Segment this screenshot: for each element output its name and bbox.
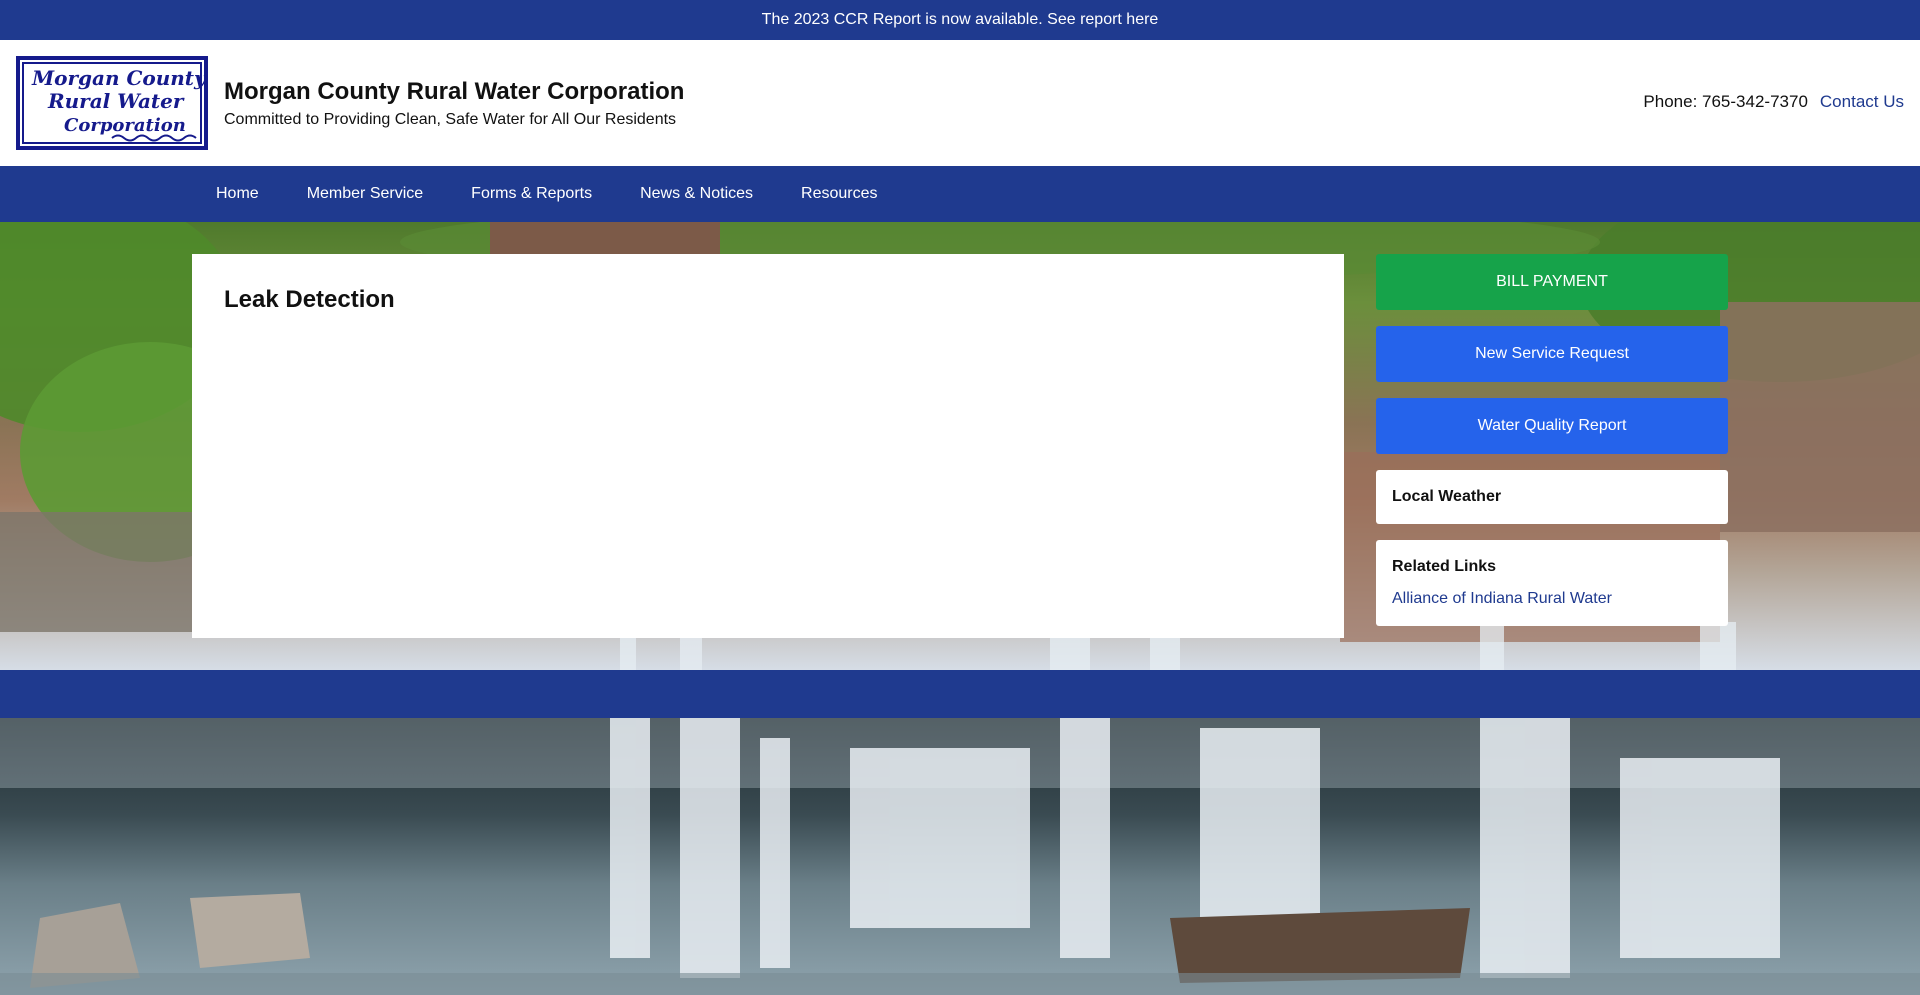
main-content-card: Leak Detection <box>192 254 1344 638</box>
nav-item-resources[interactable]: Resources <box>777 166 901 222</box>
contact-us-link[interactable]: Contact Us <box>1820 92 1904 112</box>
phone-number: Phone: 765-342-7370 <box>1643 92 1808 111</box>
new-service-request-button[interactable]: New Service Request <box>1376 326 1728 382</box>
bill-payment-button[interactable]: BILL PAYMENT <box>1376 254 1728 310</box>
local-weather-title: Local Weather <box>1392 488 1502 505</box>
site-header: Morgan County Rural Water Corporation Mo… <box>0 40 1920 166</box>
waterfall-image <box>0 718 1920 995</box>
logo-line-1: Morgan County <box>31 66 204 90</box>
logo-line-2: Rural Water <box>47 89 185 113</box>
nav-item-forms-reports[interactable]: Forms & Reports <box>447 166 616 222</box>
local-weather-widget: Local Weather <box>1376 470 1728 524</box>
logo-line-3: Corporation <box>64 115 186 136</box>
related-links-title: Related Links <box>1392 558 1497 575</box>
footer-band <box>0 670 1920 718</box>
sidebar: BILL PAYMENT New Service Request Water Q… <box>1376 254 1728 642</box>
announcement-bar: The 2023 CCR Report is now available. Se… <box>0 0 1920 40</box>
logo[interactable]: Morgan County Rural Water Corporation <box>16 56 208 150</box>
brand: Morgan County Rural Water Corporation Co… <box>224 78 684 129</box>
nav-item-member-service[interactable]: Member Service <box>283 166 447 222</box>
water-quality-report-button[interactable]: Water Quality Report <box>1376 398 1728 454</box>
main-nav: Home Member Service Forms & Reports News… <box>0 166 1920 222</box>
site-tagline: Committed to Providing Clean, Safe Water… <box>224 111 677 128</box>
logo-graphic: Morgan County Rural Water Corporation <box>31 66 204 142</box>
nav-item-home[interactable]: Home <box>192 166 283 222</box>
related-links-widget: Related Links Alliance of Indiana Rural … <box>1376 540 1728 626</box>
page-title: Leak Detection <box>224 286 395 313</box>
announcement-link[interactable]: The 2023 CCR Report is now available. Se… <box>762 11 1159 29</box>
related-link-alliance[interactable]: Alliance of Indiana Rural Water <box>1392 590 1712 608</box>
site-title: Morgan County Rural Water Corporation <box>224 78 685 105</box>
nav-item-news-notices[interactable]: News & Notices <box>616 166 777 222</box>
header-contact: Phone: 765-342-7370 Contact Us <box>1643 92 1904 112</box>
